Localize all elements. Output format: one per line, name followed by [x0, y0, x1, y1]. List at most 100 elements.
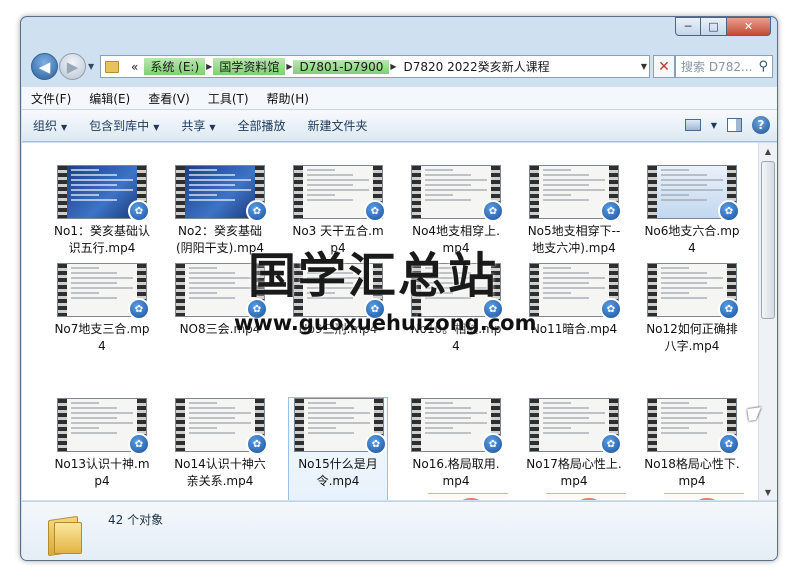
video-thumbnail: ✿ [647, 165, 740, 222]
menu-edit[interactable]: 编辑(E) [80, 90, 139, 107]
thumbnail-screen [421, 399, 491, 451]
scrollbar-thumb[interactable] [761, 161, 775, 319]
breadcrumb-separator-icon[interactable]: ▶ [285, 62, 293, 71]
file-item[interactable]: ✿ No16.格局取用.mp4 [406, 398, 506, 500]
include-library-label: 包含到库中 [89, 119, 150, 133]
media-player-icon: ✿ [128, 200, 150, 222]
file-item[interactable]: ✿ No7地支三合.mp4 [52, 263, 152, 383]
video-thumbnail: ✿ [529, 398, 622, 455]
film-strip [58, 264, 67, 316]
thumbnail-screen [539, 166, 609, 218]
forward-arrow-icon: ▶ [66, 57, 79, 76]
thumbnail-screen [657, 264, 727, 316]
file-item[interactable]: ✿ No12如何正确排八字.mp4 [642, 263, 742, 383]
help-icon[interactable]: ? [752, 116, 770, 134]
preview-pane-icon[interactable] [727, 118, 742, 132]
film-strip [176, 264, 185, 316]
breadcrumb-separator-icon[interactable]: ▶ [389, 62, 397, 71]
watermark-url: www.guoxuehuizong.com [234, 311, 537, 335]
thumbnail-screen [421, 166, 491, 218]
file-item[interactable]: ✿ No14认识十神六亲关系.mp4 [170, 398, 270, 500]
thumbnail-screen [304, 399, 374, 451]
desktop: ─ □ ✕ ◀ ▶ ▼ « 系统 (E:) ▶ 国学资料馆 ▶ D7801-D7… [0, 0, 799, 583]
thumbnail-screen [539, 264, 609, 316]
menu-help[interactable]: 帮助(H) [258, 90, 318, 107]
file-item[interactable]: ✿ No17格局心性上.mp4 [524, 398, 624, 500]
video-thumbnail: ✿ [175, 165, 268, 222]
view-options-dropdown[interactable]: ▼ [711, 121, 717, 130]
breadcrumb-library[interactable]: 国学资料馆 [213, 58, 286, 75]
media-player-icon: ✿ [365, 433, 387, 455]
search-icon[interactable]: ⚲ [758, 59, 768, 74]
file-item[interactable]: ✿ No15什么是月令.mp4 [288, 397, 388, 500]
file-item[interactable]: ✿ No18格局心性下.mp4 [642, 398, 742, 500]
media-player-icon: ✿ [128, 298, 150, 320]
back-button[interactable]: ◀ [31, 53, 58, 80]
refresh-button[interactable]: ✕ [653, 55, 675, 78]
breadcrumb-overflow[interactable]: « [125, 60, 144, 74]
thumbnail-screen [185, 264, 255, 316]
command-bar-right: ▼ ? [684, 116, 770, 134]
thumbnail-screen [67, 264, 137, 316]
thumbnail-screen [67, 399, 137, 451]
include-library-button[interactable]: 包含到库中 ▼ [78, 117, 170, 134]
menu-tools[interactable]: 工具(T) [199, 90, 258, 107]
scroll-up-arrow-icon[interactable]: ▲ [759, 143, 777, 159]
watermark-title: 国学汇总站 [248, 248, 499, 304]
close-button[interactable]: ✕ [727, 17, 771, 36]
file-name: No13认识十神.mp4 [54, 457, 150, 488]
film-strip [58, 399, 67, 451]
video-thumbnail: ✿ [57, 398, 150, 455]
thumbnail-screen [657, 166, 727, 218]
file-item[interactable]: ✿ No13认识十神.mp4 [52, 398, 152, 500]
vertical-scrollbar[interactable]: ▲ ▼ [758, 143, 777, 500]
maximize-button[interactable]: □ [701, 17, 727, 36]
media-player-icon: ✿ [718, 433, 740, 455]
minimize-button[interactable]: ─ [675, 17, 701, 36]
menu-file[interactable]: 文件(F) [22, 90, 80, 107]
play-all-button[interactable]: 全部播放 [227, 117, 297, 134]
refresh-icon: ✕ [658, 58, 670, 75]
back-arrow-icon: ◀ [38, 57, 51, 76]
film-strip [176, 399, 185, 451]
media-player-icon: ✿ [600, 433, 622, 455]
file-name: No7地支三合.mp4 [54, 322, 150, 353]
address-bar[interactable]: « 系统 (E:) ▶ 国学资料馆 ▶ D7801-D7900 ▶ D7820 … [100, 55, 650, 78]
change-view-icon[interactable] [684, 119, 701, 131]
film-strip [176, 166, 185, 218]
breadcrumb-separator-icon[interactable]: ▶ [205, 62, 213, 71]
media-player-icon: ✿ [246, 200, 268, 222]
media-player-icon: ✿ [482, 433, 504, 455]
file-item[interactable]: ✿ No11暗合.mp4 [524, 263, 624, 383]
breadcrumb-range[interactable]: D7801-D7900 [293, 59, 390, 74]
breadcrumb-current[interactable]: D7820 2022癸亥新人课程 [398, 58, 556, 75]
organize-label: 组织 [33, 119, 58, 133]
media-player-icon: ✿ [128, 433, 150, 455]
menu-view[interactable]: 查看(V) [139, 90, 199, 107]
folder-icon [48, 514, 84, 557]
film-strip [295, 399, 304, 451]
chevron-down-icon: ▼ [61, 123, 68, 132]
video-thumbnail: ✿ [175, 398, 268, 455]
organize-button[interactable]: 组织 ▼ [22, 117, 78, 134]
address-dropdown-icon[interactable]: ▼ [641, 62, 647, 71]
media-player-icon: ✿ [600, 200, 622, 222]
scroll-down-arrow-icon[interactable]: ▼ [759, 484, 777, 500]
thumbnail-screen [539, 399, 609, 451]
film-strip [412, 166, 421, 218]
file-name: No12如何正确排八字.mp4 [646, 322, 738, 353]
video-thumbnail: ✿ [647, 263, 740, 320]
search-input[interactable]: 搜索 D782... ⚲ [675, 55, 773, 78]
thumbnail-screen [303, 166, 373, 218]
file-name: No17格局心性上.mp4 [526, 457, 622, 488]
command-bar: 组织 ▼ 包含到库中 ▼ 共享 ▼ 全部播放 新建文件夹 ▼ ? [22, 109, 777, 142]
new-folder-button[interactable]: 新建文件夹 [297, 117, 379, 134]
recent-pages-dropdown[interactable]: ▼ [88, 62, 94, 71]
thumbnail-screen [185, 399, 255, 451]
video-thumbnail: ✿ [57, 263, 150, 320]
chevron-down-icon: ▼ [153, 123, 160, 132]
forward-button[interactable]: ▶ [59, 53, 86, 80]
share-button[interactable]: 共享 ▼ [170, 117, 226, 134]
file-name: No16.格局取用.mp4 [412, 457, 500, 488]
breadcrumb-drive[interactable]: 系统 (E:) [144, 58, 206, 75]
